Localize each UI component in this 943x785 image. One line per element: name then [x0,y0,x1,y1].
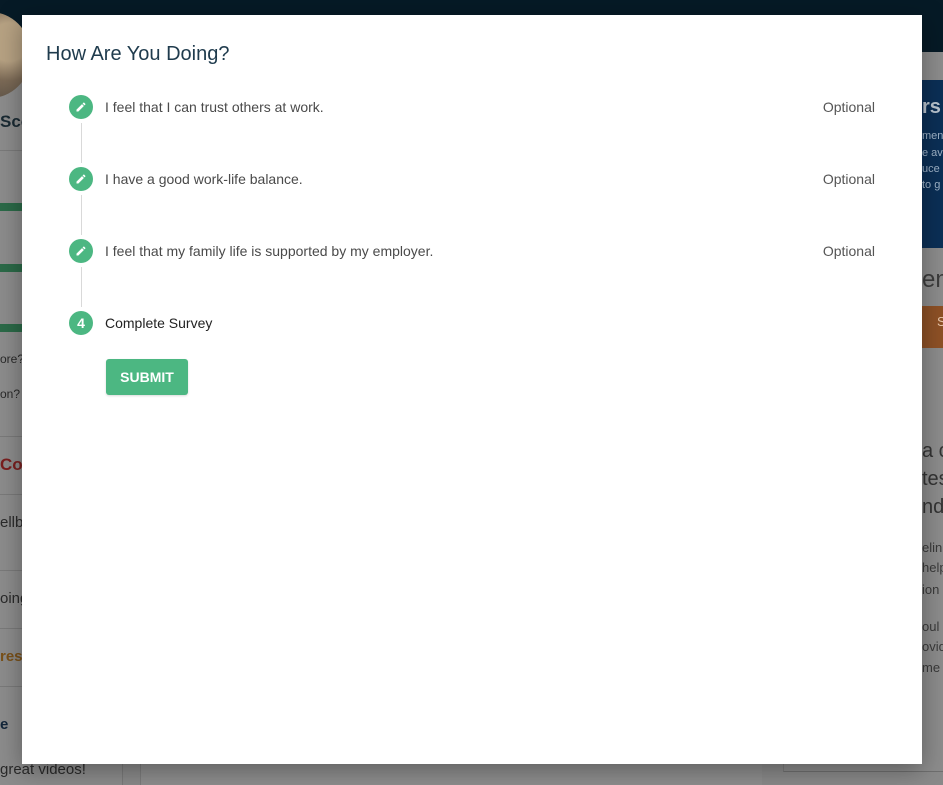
background-progress-bar [0,264,22,272]
pencil-icon [69,239,93,263]
background-paragraph-text: help [922,560,943,575]
background-big-text: nd [922,496,943,518]
background-paragraph-text: elin [922,540,943,555]
optional-label: Optional [822,99,875,115]
background-banner-text: e av [922,147,943,159]
step-connector [81,267,82,307]
background-question-fragment: ore? [0,352,25,366]
background-paragraph-text: ovid [922,639,943,654]
background-banner-text: to g [922,179,941,191]
background-big-text: tes [922,468,943,490]
background-progress-bar [0,324,22,332]
submit-button[interactable]: SUBMIT [106,359,188,395]
modal-title: How Are You Doing? [46,43,230,65]
step-label: I feel that my family life is supported … [105,243,434,259]
optional-label: Optional [822,171,875,187]
background-paragraph-text: ion [922,582,940,597]
background-banner-text: uce [922,163,940,175]
survey-step-3[interactable]: I feel that my family life is supported … [69,238,879,264]
step-label: I have a good work-life balance. [105,171,303,187]
step-label: Complete Survey [105,315,213,331]
step-number-badge: 4 [69,311,93,335]
background-item-fragment: e [0,716,9,733]
pencil-icon [69,167,93,191]
pencil-icon [69,95,93,119]
background-title-fragment: em [922,266,943,293]
background-question-fragment: on? [0,387,21,401]
step-connector [81,123,82,163]
background-paragraph-text: me [922,660,941,675]
background-paragraph-text: oul [922,619,940,634]
survey-modal: How Are You Doing? I feel that I can tru… [22,15,922,764]
background-banner-text: men [922,130,943,142]
optional-label: Optional [822,243,875,259]
background-big-text: a c [922,440,943,462]
step-label: I feel that I can trust others at work. [105,99,324,115]
step-connector [81,195,82,235]
survey-step-2[interactable]: I have a good work-life balance. Optiona… [69,166,879,192]
background-link-fragment: res [0,648,23,665]
survey-step-4[interactable]: 4 Complete Survey [69,310,879,336]
background-link-fragment: Co [0,455,23,474]
background-button-fragment: S [937,314,943,329]
background-progress-bar [0,203,22,211]
survey-step-1[interactable]: I feel that I can trust others at work. … [69,94,879,120]
background-heading-fragment: rs [922,96,941,118]
